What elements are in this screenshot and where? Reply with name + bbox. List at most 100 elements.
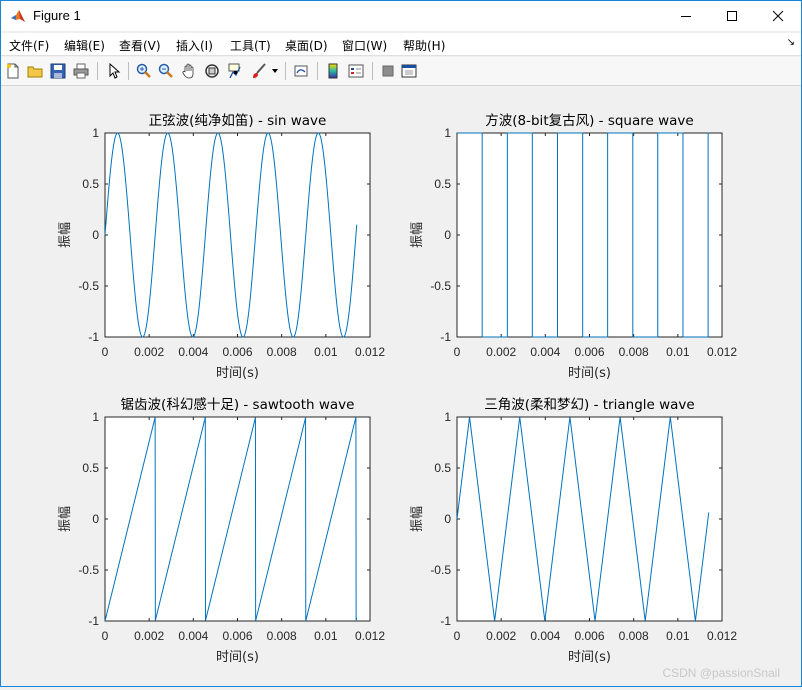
x-tick-label: 0.01	[314, 629, 338, 643]
menu-window[interactable]: 窗口(W)	[342, 37, 387, 54]
insert-legend-icon[interactable]	[346, 61, 366, 81]
new-figure-icon[interactable]	[3, 61, 23, 81]
data-cursor-icon[interactable]	[225, 61, 245, 81]
x-tick-label: 0.008	[619, 629, 649, 643]
x-axis-label: 时间(s)	[216, 366, 259, 381]
x-tick-label: 0.004	[530, 629, 560, 643]
y-tick-label: 0.5	[82, 461, 99, 475]
insert-colorbar-icon[interactable]	[323, 61, 343, 81]
y-tick-label: 1	[92, 126, 99, 140]
y-tick-label: 0	[92, 228, 99, 242]
axes-box	[456, 416, 723, 622]
x-tick-label: 0.006	[574, 629, 604, 643]
y-tick-label: 0	[92, 512, 99, 526]
menu-help[interactable]: 帮助(H)	[403, 37, 445, 54]
subplot-title: 锯齿波(科幻感十足) - sawtooth wave	[121, 396, 355, 413]
x-tick-label: 0.004	[178, 345, 208, 359]
maximize-icon	[727, 11, 737, 21]
matlab-logo-icon	[10, 8, 26, 24]
menu-desktop[interactable]: 桌面(D)	[285, 37, 328, 54]
menu-insert[interactable]: 插入(I)	[176, 37, 213, 54]
minimize-button[interactable]	[663, 1, 709, 31]
y-tick-label: 0	[444, 228, 451, 242]
y-tick-label: 1	[444, 126, 451, 140]
y-axis-label: 振幅	[58, 506, 73, 532]
y-tick-label: -1	[88, 614, 99, 628]
subplot-title: 正弦波(纯净如笛) - sin wave	[149, 113, 327, 129]
y-axis-label: 振幅	[410, 222, 425, 248]
x-tick-label: 0.01	[314, 345, 338, 359]
rotate-3d-icon[interactable]	[202, 61, 222, 81]
window-title: Figure 1	[33, 8, 81, 23]
brush-dropdown-icon[interactable]	[269, 61, 281, 81]
plot-area: 0 0.002 0.004 0.006 0.008 0.01 0.012 1 0.5 0 -0.5 -…	[58, 112, 737, 665]
axes-box	[104, 132, 371, 338]
x-tick-label: 0.004	[178, 629, 208, 643]
toolbar-separator	[372, 62, 373, 80]
brush-icon[interactable]	[249, 61, 269, 81]
close-button[interactable]	[755, 1, 801, 31]
zoom-in-icon[interactable]	[134, 61, 154, 81]
y-tick-label: 0.5	[434, 177, 451, 191]
y-tick-label: -0.5	[78, 279, 99, 293]
y-tick-label: 0.5	[82, 177, 99, 191]
x-tick-label: 0.01	[666, 629, 690, 643]
x-tick-label: 0	[454, 629, 461, 643]
x-axis-label: 时间(s)	[568, 650, 611, 665]
menu-view[interactable]: 查看(V)	[119, 37, 161, 54]
pan-icon[interactable]	[179, 61, 199, 81]
y-axis-label: 振幅	[58, 222, 73, 248]
subplot-title: 方波(8-bit复古风) - square wave	[485, 112, 693, 129]
subplot-title: 三角波(柔和梦幻) - triangle wave	[484, 397, 694, 413]
save-icon[interactable]	[48, 61, 68, 81]
pointer-icon[interactable]	[104, 61, 124, 81]
menu-edit[interactable]: 编辑(E)	[64, 37, 105, 54]
x-tick-label: 0.01	[666, 345, 690, 359]
show-plot-tools-icon[interactable]	[399, 61, 419, 81]
figure-window: Figure 1 文件(F) 编辑(E) 查看(V) 插入(I) 工具(T) 桌…	[0, 0, 802, 687]
x-tick-label: 0.006	[574, 345, 604, 359]
menu-bar: 文件(F) 编辑(E) 查看(V) 插入(I) 工具(T) 桌面(D) 窗口(W…	[1, 33, 801, 56]
x-axis-label: 时间(s)	[568, 366, 611, 381]
subplot-1: 0 0.002 0.004 0.006 0.008 0.01 0.012 1 0.5 0 -0.5 -…	[58, 113, 385, 381]
dock-arrow-icon[interactable]: ↘	[787, 37, 795, 48]
x-tick-label: 0.002	[134, 629, 164, 643]
print-icon[interactable]	[71, 61, 91, 81]
y-tick-label: 0	[444, 512, 451, 526]
x-tick-label: 0.012	[707, 345, 737, 359]
close-icon	[772, 10, 784, 22]
figure-canvas: 0 0.002 0.004 0.006 0.008 0.01 0.012 1 0.5 0 -0.5 -…	[1, 86, 801, 686]
x-tick-label: 0	[102, 345, 109, 359]
x-tick-label: 0	[454, 345, 461, 359]
x-tick-label: 0.012	[355, 629, 385, 643]
x-tick-label: 0.008	[267, 345, 297, 359]
x-tick-label: 0.008	[267, 629, 297, 643]
minimize-icon	[681, 16, 691, 17]
hide-plot-tools-icon[interactable]	[378, 61, 398, 81]
y-tick-label: -1	[440, 330, 451, 344]
subplot-4: 0 0.002 0.004 0.006 0.008 0.01 0.012 1 0.5 0 -0.5 -…	[410, 397, 737, 665]
toolbar-separator	[97, 62, 98, 80]
x-tick-label: 0.012	[355, 345, 385, 359]
menu-file[interactable]: 文件(F)	[9, 37, 49, 54]
x-tick-label: 0.006	[222, 345, 252, 359]
menu-tools[interactable]: 工具(T)	[230, 37, 271, 54]
toolbar-separator	[128, 62, 129, 80]
open-file-icon[interactable]	[25, 61, 45, 81]
title-bar[interactable]: Figure 1	[1, 1, 801, 31]
watermark-text: CSDN @passionSnail	[662, 666, 780, 680]
x-tick-label: 0	[102, 629, 109, 643]
toolbar	[1, 57, 801, 86]
y-tick-label: 1	[444, 410, 451, 424]
y-tick-label: -0.5	[78, 563, 99, 577]
link-plot-icon[interactable]	[291, 61, 311, 81]
maximize-button[interactable]	[709, 1, 755, 31]
x-tick-label: 0.008	[619, 345, 649, 359]
zoom-out-icon[interactable]	[156, 61, 176, 81]
x-tick-label: 0.002	[486, 345, 516, 359]
subplot-3: 0 0.002 0.004 0.006 0.008 0.01 0.012 1 0.5 0 -0.5 -…	[58, 396, 385, 665]
x-tick-label: 0.002	[134, 345, 164, 359]
y-axis-label: 振幅	[410, 506, 425, 532]
y-tick-label: 1	[92, 410, 99, 424]
axes-box	[104, 416, 371, 622]
